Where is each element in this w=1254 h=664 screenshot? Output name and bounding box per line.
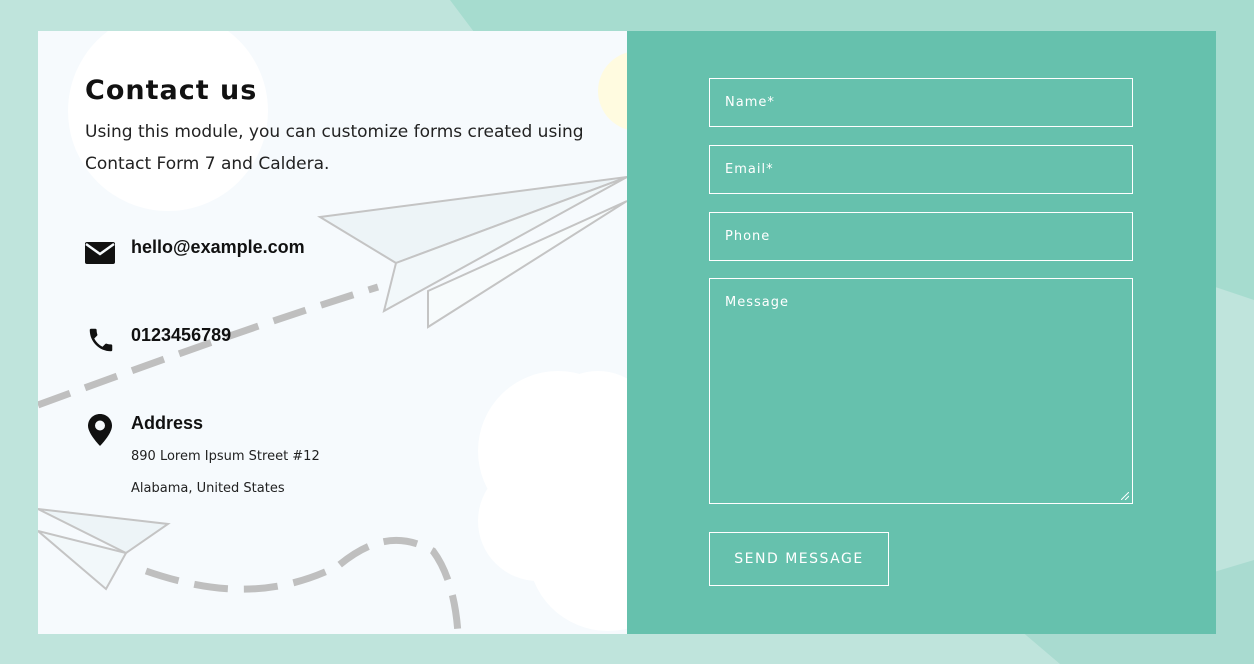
name-input[interactable] <box>709 78 1133 127</box>
email-input[interactable] <box>709 145 1133 194</box>
contact-info-panel: Contact us Using this module, you can cu… <box>38 31 627 634</box>
intro-text: Using this module, you can customize for… <box>85 122 584 174</box>
send-message-button[interactable]: SEND MESSAGE <box>709 532 889 586</box>
contact-form-panel: SEND MESSAGE <box>627 31 1216 634</box>
address-title: Address <box>131 413 204 433</box>
resize-handle-icon[interactable] <box>1121 492 1129 500</box>
phone-input[interactable] <box>709 212 1133 261</box>
phone-number[interactable]: 0123456789 <box>131 325 231 346</box>
message-textarea[interactable] <box>709 278 1133 504</box>
page-title: Contact us <box>85 75 258 106</box>
address-line-2: Alabama, United States <box>131 481 285 496</box>
envelope-icon <box>85 242 115 264</box>
email-address[interactable]: hello@example.com <box>131 237 305 258</box>
phone-icon <box>89 328 113 352</box>
map-pin-icon <box>88 414 112 446</box>
address-line-1: 890 Lorem Ipsum Street #12 <box>131 449 320 464</box>
contact-card: Contact us Using this module, you can cu… <box>38 31 1216 634</box>
